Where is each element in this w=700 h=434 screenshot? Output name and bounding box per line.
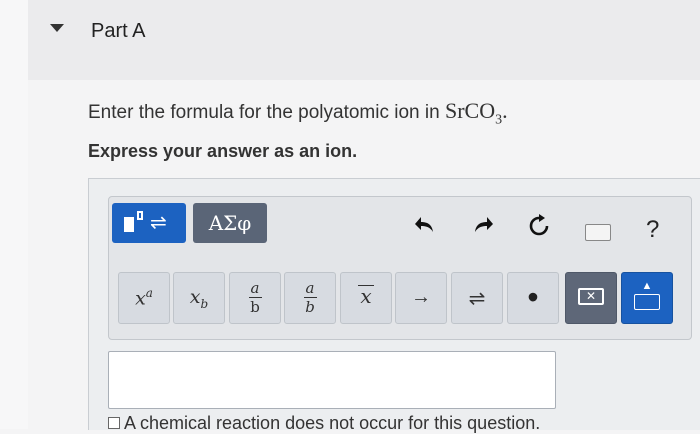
instruction-text: Express your answer as an ion. bbox=[88, 141, 358, 161]
question-prompt: Enter the formula for the polyatomic ion… bbox=[88, 98, 508, 128]
answer-input[interactable] bbox=[108, 351, 556, 409]
formula: SrCO3. bbox=[444, 98, 508, 128]
fraction-italic-key[interactable]: ab bbox=[284, 272, 336, 324]
no-reaction-checkbox[interactable] bbox=[108, 417, 120, 429]
question-text: Enter the formula for the polyatomic ion… bbox=[88, 102, 445, 123]
keyboard-icon[interactable] bbox=[585, 224, 611, 241]
templates-button[interactable]: ⇌ bbox=[112, 203, 186, 243]
backspace-key[interactable]: ✕ bbox=[565, 272, 617, 324]
collapse-caret-icon[interactable] bbox=[50, 24, 64, 32]
greek-symbols-button[interactable]: ΑΣφ bbox=[193, 203, 267, 243]
subscript-key[interactable]: xb bbox=[173, 272, 225, 324]
part-title: Part A bbox=[91, 20, 146, 42]
superscript-key[interactable]: xa bbox=[118, 272, 170, 324]
equilibrium-arrows-icon: ⇌ bbox=[150, 212, 167, 234]
backspace-icon: ✕ bbox=[578, 288, 604, 305]
left-margin bbox=[0, 0, 28, 429]
reset-icon[interactable] bbox=[527, 214, 551, 245]
keyboard-toggle-key[interactable]: ▲ bbox=[621, 272, 673, 324]
template-box-icon bbox=[124, 217, 134, 232]
overbar-key[interactable]: x bbox=[340, 272, 392, 324]
template-superscript-icon bbox=[137, 211, 143, 220]
equilibrium-arrow-key[interactable]: ⇌ bbox=[451, 272, 503, 324]
redo-icon[interactable] bbox=[472, 214, 494, 242]
fraction-key[interactable]: ab bbox=[229, 272, 281, 324]
no-reaction-label[interactable]: A chemical reaction does not occur for t… bbox=[124, 413, 540, 434]
keyboard-toggle-icon: ▲ bbox=[622, 280, 672, 313]
help-button[interactable]: ? bbox=[646, 216, 659, 244]
reaction-arrow-key[interactable]: → bbox=[395, 272, 447, 324]
dot-key[interactable]: • bbox=[507, 272, 559, 324]
undo-icon[interactable] bbox=[414, 214, 436, 242]
